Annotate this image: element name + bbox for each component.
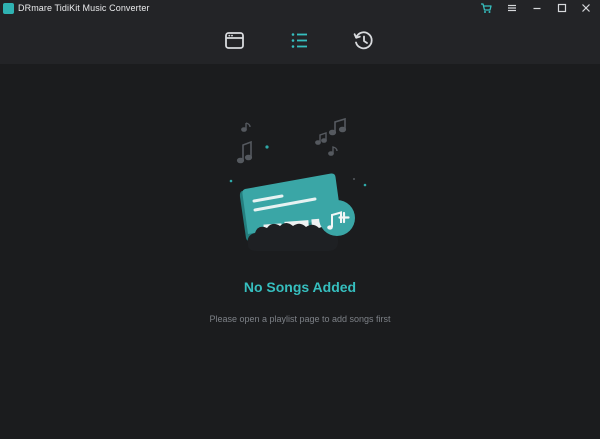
browser-icon xyxy=(225,32,244,49)
music-note-icon xyxy=(328,117,347,136)
maximize-icon xyxy=(557,3,567,13)
cart-icon xyxy=(481,3,492,13)
empty-state-hint: Please open a playlist page to add songs… xyxy=(209,314,391,324)
music-note-icon xyxy=(315,132,327,145)
app-title: DRmare TidiKit Music Converter xyxy=(18,3,150,13)
title-bar: DRmare TidiKit Music Converter xyxy=(0,0,600,18)
song-list-tab-button[interactable] xyxy=(287,28,313,54)
browser-tab-button[interactable] xyxy=(222,28,248,54)
empty-playlist-illustration xyxy=(229,117,367,251)
menu-button[interactable] xyxy=(503,2,521,16)
close-button[interactable] xyxy=(577,2,595,16)
app-logo-icon xyxy=(3,3,14,14)
music-note-icon xyxy=(241,122,251,132)
header: DRmare TidiKit Music Converter xyxy=(0,0,600,64)
menu-icon xyxy=(508,4,516,12)
music-note-icon xyxy=(328,146,338,156)
minimize-icon xyxy=(533,7,541,10)
app-window: DRmare TidiKit Music Converter No Songs … xyxy=(0,0,600,439)
list-icon xyxy=(291,33,307,48)
close-icon xyxy=(582,4,590,12)
empty-state-title: No Songs Added xyxy=(243,279,357,295)
maximize-button[interactable] xyxy=(553,2,571,16)
minimize-button[interactable] xyxy=(528,2,546,16)
cart-button[interactable] xyxy=(477,2,495,16)
history-icon xyxy=(353,31,373,50)
music-note-icon xyxy=(236,140,253,164)
history-tab-button[interactable] xyxy=(351,28,377,54)
add-music-icon xyxy=(319,200,355,236)
